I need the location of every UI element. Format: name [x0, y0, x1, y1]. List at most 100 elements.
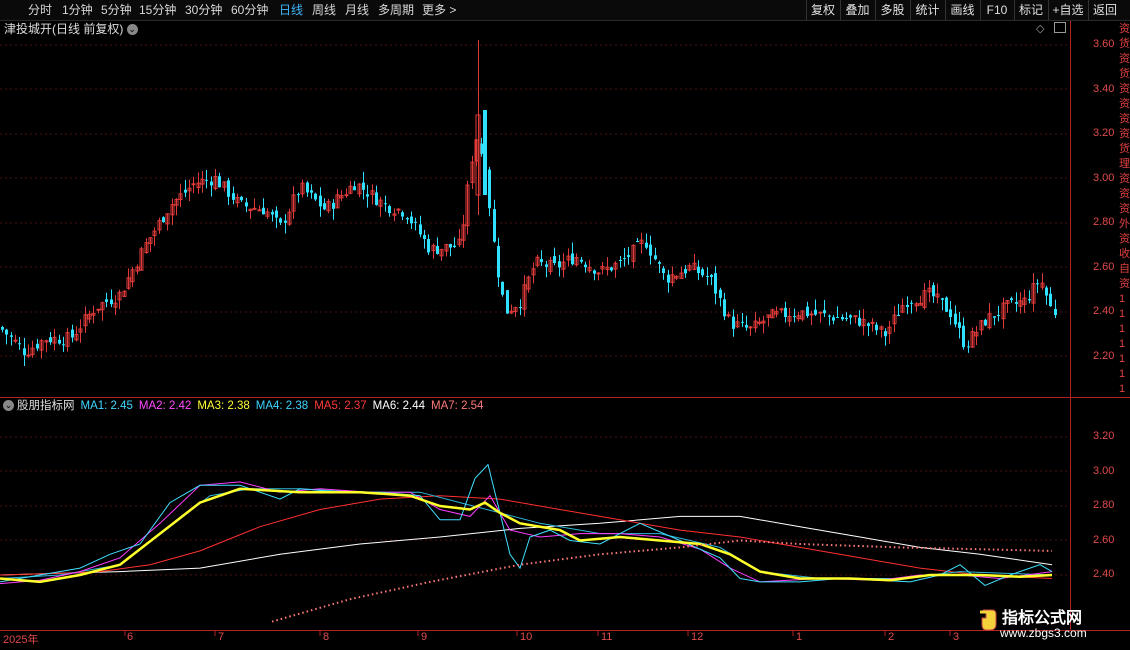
candle-body: [362, 182, 365, 190]
side-strip-glyph: 货: [1119, 38, 1130, 50]
watermark-logo: 指标公式网 www.zbgs3.com: [980, 600, 1130, 650]
candle-body: [105, 299, 108, 303]
candle-body: [36, 343, 39, 349]
candle-body: [958, 322, 961, 328]
side-info-strip: 资货资货资资资资货理资资资外资收自资1111111: [1119, 21, 1130, 631]
candle-body: [26, 354, 31, 357]
ma2-line: [0, 481, 1053, 585]
side-strip-glyph: 资: [1119, 98, 1130, 110]
candle-body: [275, 210, 278, 218]
candle-body: [906, 304, 909, 308]
ma7-line: [271, 539, 1053, 623]
candle-body: [227, 180, 230, 197]
side-strip-glyph: 1: [1119, 308, 1126, 320]
x-tick: 7: [218, 631, 225, 643]
candle-body: [828, 315, 831, 317]
candle-body: [401, 212, 404, 217]
candle-body: [1054, 308, 1057, 316]
candle-body: [519, 307, 522, 309]
candle-body: [649, 244, 652, 256]
candle-body: [645, 242, 648, 248]
candle-body: [741, 321, 744, 323]
ma6-label: MA6: 2.44: [372, 400, 426, 412]
candle-body: [596, 272, 601, 275]
candle-body: [344, 194, 349, 197]
candle-body: [436, 245, 439, 254]
candle-body: [580, 259, 583, 262]
candle-body: [667, 274, 670, 283]
x-tick: 3: [953, 631, 960, 643]
y-tick: 3.20: [1093, 430, 1115, 442]
side-strip-glyph: 1: [1119, 293, 1126, 305]
candle-body: [191, 183, 196, 186]
candle-body: [10, 335, 13, 337]
ma5-label: MA5: 2.37: [314, 400, 367, 412]
watermark-name: 指标公式网: [1002, 610, 1083, 627]
candle-body: [723, 299, 726, 317]
candle-body: [870, 321, 875, 324]
x-tick: 8: [323, 631, 330, 643]
side-strip-glyph: 1: [1119, 368, 1126, 380]
candle-body: [1036, 283, 1039, 285]
candle-body: [1049, 293, 1052, 307]
candle-body: [814, 309, 817, 315]
pointing-hand-icon: [980, 609, 997, 631]
candle-body: [748, 326, 753, 329]
candle-body: [232, 193, 235, 200]
candle-body: [684, 269, 687, 274]
side-strip-glyph: 理: [1119, 158, 1130, 170]
candle-body: [252, 207, 257, 210]
candle-body: [1, 327, 4, 330]
side-strip-glyph: 资: [1119, 278, 1130, 290]
candle-body: [832, 317, 835, 321]
side-strip-glyph: 货: [1119, 68, 1130, 80]
x-tick: 1: [796, 631, 803, 643]
candle-body: [845, 317, 848, 320]
candle-body: [619, 259, 622, 261]
candle-body: [310, 190, 313, 193]
candle-body: [501, 281, 504, 295]
candle-body: [954, 313, 957, 325]
candle-body: [779, 308, 784, 311]
candle-body: [13, 339, 18, 342]
candle-body: [545, 264, 548, 267]
indicator-legend: ⌄ 股朋指标网 MA1: 2.45 MA2: 2.42 MA3: 2.38 MA4: 2.…: [0, 398, 489, 414]
candle-body: [49, 337, 52, 343]
candle-body: [706, 276, 709, 278]
candle-body: [623, 258, 626, 260]
side-strip-glyph: 资: [1119, 173, 1130, 185]
candle-body: [396, 208, 401, 211]
candle-body: [419, 224, 422, 235]
side-strip-glyph: 资: [1119, 23, 1130, 35]
candle-body: [593, 270, 596, 274]
x-tick: 2: [888, 631, 895, 643]
candle-body: [218, 176, 221, 188]
candle-body: [271, 212, 274, 215]
y-tick: 2.60: [1093, 261, 1115, 273]
candle-body: [875, 324, 878, 331]
y-tick: 2.40: [1093, 305, 1115, 317]
candle-body: [806, 306, 809, 317]
candle-body: [997, 315, 1000, 317]
candle-body: [941, 298, 944, 300]
y-tick: 2.80: [1093, 216, 1115, 228]
candle-body: [23, 348, 26, 356]
candle-body: [697, 266, 700, 274]
candle-body: [818, 311, 823, 314]
ma7-label: MA7: 2.54: [431, 400, 484, 412]
candle-body: [793, 316, 796, 318]
candle-body: [571, 253, 574, 265]
side-strip-glyph: 资: [1119, 233, 1130, 245]
y-tick: 2.40: [1093, 568, 1115, 580]
chevron-down-icon[interactable]: ⌄: [3, 400, 14, 412]
candle-body: [205, 179, 208, 181]
y-tick: 3.20: [1093, 127, 1115, 139]
candle-body: [279, 218, 282, 223]
x-tick: 6: [127, 631, 134, 643]
candle-body: [710, 274, 713, 278]
kline-chart[interactable]: [0, 0, 1130, 650]
candle-body: [5, 329, 8, 335]
candle-body: [384, 203, 387, 205]
side-strip-glyph: 资: [1119, 113, 1130, 125]
candle-body: [836, 316, 839, 318]
